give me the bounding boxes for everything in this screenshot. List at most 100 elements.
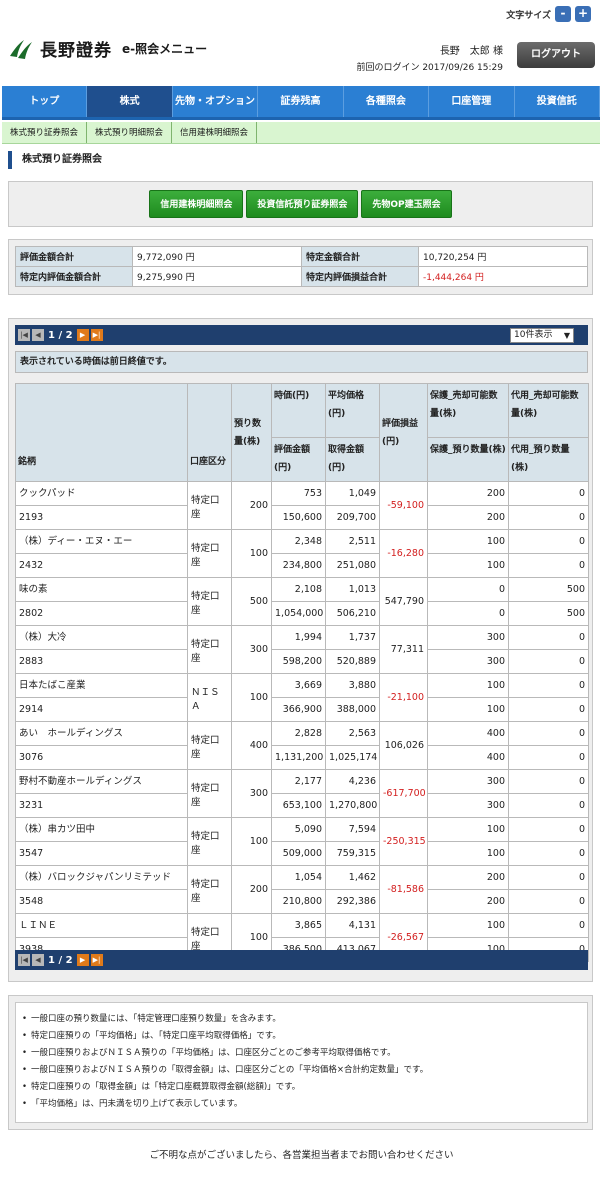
nav-item-stocks[interactable]: 株式 — [87, 86, 173, 117]
avg-price: 3,880 — [325, 673, 380, 698]
font-size-increase-button[interactable]: + — [575, 6, 591, 22]
collateral-sellable-qty: 100 — [427, 913, 509, 938]
account-type: 特定口座 — [187, 625, 232, 674]
acquisition-cost: 388,000 — [325, 697, 380, 722]
account-type: ＮＩＳＡ — [187, 673, 232, 722]
account-type: 特定口座 — [187, 481, 232, 530]
last-page-icon[interactable]: ▶| — [90, 329, 103, 341]
font-size-decrease-button[interactable]: - — [555, 6, 571, 22]
collateral-sellable-qty: 300 — [427, 625, 509, 650]
unrealized-pl: 77,311 — [379, 625, 428, 674]
table-row: （株）串カツ田中 特定口座 100 5,090 7,594 -250,315 100 0 — [15, 817, 589, 866]
table-row-sub: 2914 366,900 388,000 100 0 — [15, 697, 589, 722]
collateral-held-qty: 400 — [427, 745, 509, 770]
pager-top: |◀ ◀ 1 / 2 ▶ ▶| 10件表示 ▼ — [15, 325, 588, 345]
market-price: 753 — [271, 481, 326, 506]
nav-item-account-management[interactable]: 口座管理 — [429, 86, 515, 117]
first-page-icon[interactable]: |◀ — [18, 954, 30, 966]
valuation-amount: 509,000 — [271, 841, 326, 866]
col-collateral-hold: 保護_預り数量(株) — [427, 437, 509, 482]
nav-item-investment-trusts[interactable]: 投資信託 — [515, 86, 600, 117]
stock-name: 野村不動産ホールディングス — [15, 769, 188, 794]
specific-total-value: 10,720,254 円 — [418, 246, 588, 267]
substitute-held-qty: 0 — [508, 505, 589, 530]
substitute-held-qty: 0 — [508, 841, 589, 866]
note-item: 特定口座預りの「平均価格」は、「特定口座平均取得価格」です。 — [22, 1028, 581, 1045]
unrealized-pl: -59,100 — [379, 481, 428, 530]
subnav-item-stock-holdings[interactable]: 株式預り証券照会 — [2, 122, 88, 143]
table-row: 野村不動産ホールディングス 特定口座 300 2,177 4,236 -617,700 30… — [15, 769, 589, 818]
subnav-item-margin-details[interactable]: 信用建株明細照会 — [172, 122, 258, 143]
stock-code: 2193 — [15, 505, 188, 530]
valuation-amount: 653,100 — [271, 793, 326, 818]
account-type: 特定口座 — [187, 529, 232, 578]
prev-page-icon[interactable]: ◀ — [32, 329, 44, 341]
last-login: 前回のログイン 2017/09/26 15:29 — [356, 63, 503, 73]
unrealized-pl: -21,100 — [379, 673, 428, 722]
substitute-held-qty: 0 — [508, 889, 589, 914]
substitute-held-qty: 0 — [508, 553, 589, 578]
collateral-held-qty: 100 — [427, 553, 509, 578]
table-row: ＬＩＮＥ 特定口座 100 3,865 4,131 -26,567 100 0 — [15, 913, 589, 962]
unrealized-pl: -617,700 — [379, 769, 428, 818]
avg-price: 1,049 — [325, 481, 380, 506]
nav-item-inquiries[interactable]: 各種照会 — [344, 86, 430, 117]
holding-qty: 100 — [231, 817, 272, 866]
acquisition-cost: 251,080 — [325, 553, 380, 578]
account-type: 特定口座 — [187, 769, 232, 818]
collateral-held-qty: 200 — [427, 505, 509, 530]
valuation-amount: 234,800 — [271, 553, 326, 578]
footer-contact: ご不明な点がございましたら、各営業担当者までお問い合わせください — [149, 1150, 454, 1161]
collateral-sellable-qty: 0 — [427, 577, 509, 602]
substitute-sellable-qty: 0 — [508, 769, 589, 794]
next-page-icon[interactable]: ▶ — [76, 954, 89, 966]
specific-pl-value: -1,444,264 円 — [418, 266, 588, 287]
last-page-icon[interactable]: ▶| — [90, 954, 103, 966]
valuation-amount: 150,600 — [271, 505, 326, 530]
col-sub-sell: 代用_売却可能数量(株) — [508, 383, 589, 438]
futures-op-button[interactable]: 先物OP建玉照会 — [361, 190, 452, 218]
col-price: 時価(円) — [271, 383, 326, 438]
specific-valuation-label: 特定内評価金額合計 — [15, 266, 133, 287]
avg-price: 2,563 — [325, 721, 380, 746]
holding-qty: 200 — [231, 481, 272, 530]
table-row-sub: 3231 653,100 1,270,800 300 0 — [15, 793, 589, 818]
subnav-item-stock-details[interactable]: 株式預り明細照会 — [87, 122, 173, 143]
account-type: 特定口座 — [187, 577, 232, 626]
table-row: あい ホールディングス 特定口座 400 2,828 2,563 106,026 400 0 — [15, 721, 589, 770]
margin-details-button[interactable]: 信用建株明細照会 — [149, 190, 244, 218]
acquisition-cost: 209,700 — [325, 505, 380, 530]
prev-page-icon[interactable]: ◀ — [32, 954, 44, 966]
notes-list: 一般口座の預り数量には、「特定管理口座預り数量」を含みます。 特定口座預りの「平… — [15, 1002, 588, 1123]
note-item: 「平均価格」は、円未満を切り上げて表示しています。 — [22, 1096, 581, 1113]
first-page-icon[interactable]: |◀ — [18, 329, 30, 341]
market-price: 3,669 — [271, 673, 326, 698]
nav-item-futures-options[interactable]: 先物・オプション — [173, 86, 259, 117]
holding-qty: 300 — [231, 625, 272, 674]
next-page-icon[interactable]: ▶ — [76, 329, 89, 341]
market-price: 1,994 — [271, 625, 326, 650]
stock-code: 3547 — [15, 841, 188, 866]
logout-button[interactable]: ログアウト — [517, 42, 595, 68]
nav-item-top[interactable]: トップ — [2, 86, 88, 117]
table-row-sub: 2802 1,054,000 506,210 0 500 — [15, 601, 589, 626]
market-price: 5,090 — [271, 817, 326, 842]
collateral-held-qty: 200 — [427, 889, 509, 914]
per-page-select[interactable]: 10件表示 ▼ — [510, 328, 574, 343]
avg-price: 1,737 — [325, 625, 380, 650]
col-name: 銘柄 — [15, 383, 188, 482]
collateral-sellable-qty: 100 — [427, 529, 509, 554]
specific-valuation-value: 9,275,990 円 — [132, 266, 302, 287]
valuation-amount: 598,200 — [271, 649, 326, 674]
note-item: 特定口座預りの「取得金額」は「特定口座概算取得金額(総額)」です。 — [22, 1079, 581, 1096]
summary-panel: 評価金額合計 9,772,090 円 特定金額合計 10,720,254 円 特… — [8, 239, 593, 295]
collateral-sellable-qty: 200 — [427, 865, 509, 890]
logo-subtitle: e-照会メニュー — [122, 42, 208, 56]
investment-trust-button[interactable]: 投資信託預り証券照会 — [246, 190, 359, 218]
table-row: 味の素 特定口座 500 2,108 1,013 547,790 0 500 — [15, 577, 589, 626]
substitute-held-qty: 0 — [508, 697, 589, 722]
holding-qty: 200 — [231, 865, 272, 914]
nav-item-securities-balance[interactable]: 証券残高 — [258, 86, 344, 117]
stock-code: 2883 — [15, 649, 188, 674]
user-name: 長野 太郎 様 — [439, 46, 503, 57]
